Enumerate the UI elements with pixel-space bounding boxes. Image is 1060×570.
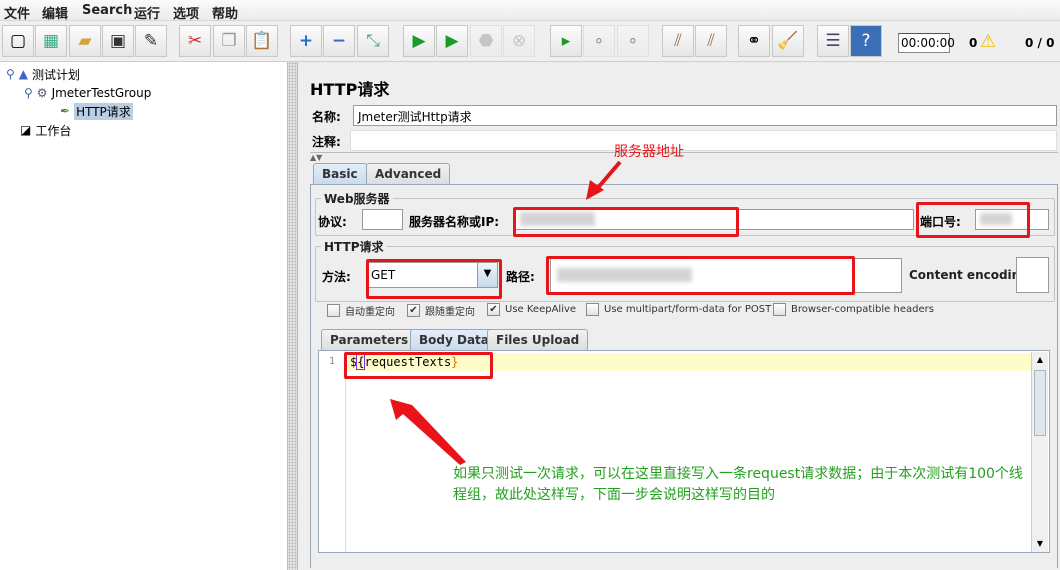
arrow-to-body <box>390 399 466 465</box>
arrow-to-server <box>586 160 622 200</box>
annotation-arrows <box>390 160 622 465</box>
